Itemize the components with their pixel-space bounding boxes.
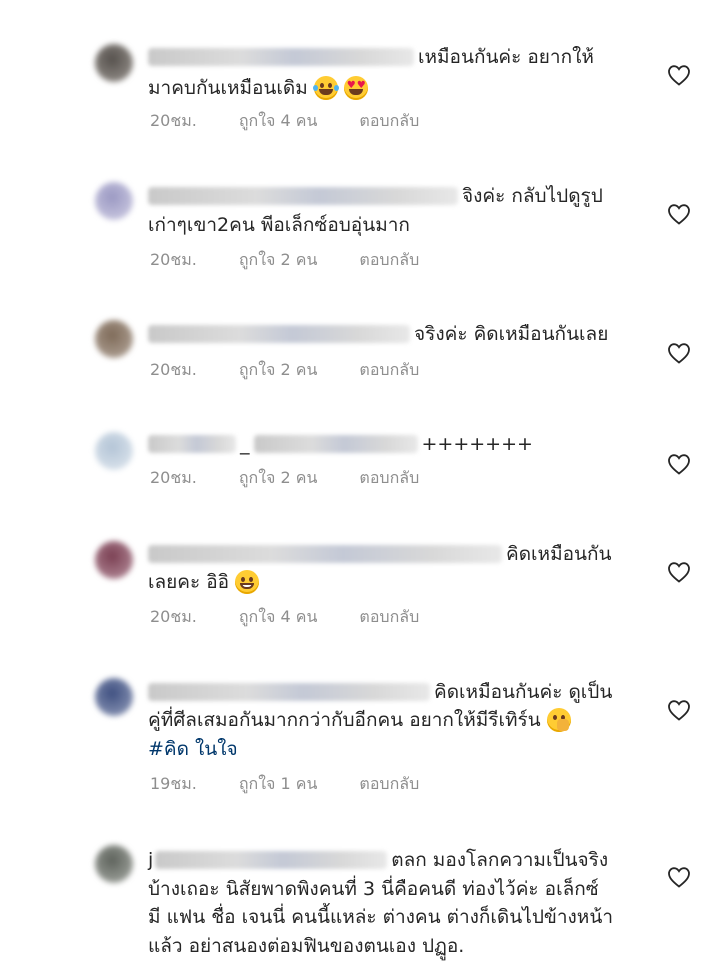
reply-button[interactable]: ตอบกลับ [359, 109, 419, 134]
avatar[interactable] [95, 182, 133, 220]
reply-button[interactable]: ตอบกลับ [359, 772, 419, 797]
like-heart-icon[interactable] [667, 453, 691, 475]
avatar[interactable] [95, 541, 133, 579]
avatar[interactable] [95, 320, 133, 358]
blurred-username[interactable] [148, 545, 502, 563]
comment-time: 19ชม. [150, 773, 197, 793]
comment-text: แล้ว อย่าสนองต่อมฟินของตนเอง ปฏูอ. [148, 935, 465, 957]
like-heart-icon[interactable] [667, 699, 691, 721]
like-heart-icon[interactable] [667, 561, 691, 583]
comment-text: บ้างเถอะ นิสัยพาดพิงคนที่ 3 นี่คือคนดี ท… [148, 878, 599, 900]
comment-text: จริงค่ะ คิดเหมือนกันเลย [414, 323, 609, 345]
comment-time: 20ชม. [150, 467, 197, 487]
comment-time: 20ชม. [150, 249, 197, 269]
reply-button[interactable]: ตอบกลับ [359, 358, 419, 383]
comment-text: คู่ที่ศีลเสมอกันมากกว่ากับอีกคน อยากให้ม… [148, 709, 541, 731]
comment-text: เก่าๆเขา2คน พีอเล็กซ์อบอุ่นมาก [148, 214, 410, 236]
avatar[interactable] [95, 678, 133, 716]
comment-text: มี แฟน ชื่อ เจนนี่ คนนี้แหล่ะ ต่างคน ต่า… [148, 906, 613, 928]
like-heart-icon[interactable] [667, 866, 691, 888]
hashtag-link[interactable]: #คิด ในใจ [148, 734, 238, 764]
avatar[interactable] [95, 44, 133, 82]
comment-text: มาคบกันเหมือนเดิม [148, 77, 308, 99]
comment-text: เหมือนกันค่ะ อยากให้ [418, 46, 594, 68]
reply-button[interactable]: ตอบกลับ [359, 605, 419, 630]
like-heart-icon[interactable] [667, 203, 691, 225]
avatar[interactable] [95, 845, 133, 883]
blurred-username[interactable] [148, 683, 430, 701]
likes-count[interactable]: ถูกใจ 2 คน [239, 248, 318, 273]
grinning-face-icon [235, 570, 260, 594]
comment-time: 20ชม. [150, 110, 197, 130]
face-with-hand-over-mouth-icon [546, 708, 571, 732]
name-fragment: _ [240, 433, 250, 455]
heart-eyes-icon: ♥ ♥ [343, 76, 368, 100]
reply-button[interactable]: ตอบกลับ [359, 248, 419, 273]
blurred-username[interactable] [148, 48, 414, 66]
blurred-username[interactable] [148, 187, 458, 205]
likes-count[interactable]: ถูกใจ 1 คน [239, 772, 318, 797]
like-heart-icon[interactable] [667, 342, 691, 364]
blurred-username[interactable] [148, 435, 236, 453]
comment-time: 20ชม. [150, 606, 197, 626]
like-heart-icon[interactable] [667, 64, 691, 86]
likes-count[interactable]: ถูกใจ 2 คน [239, 358, 318, 383]
comment-text: คิดเหมือนกันค่ะ ดูเป็น [434, 681, 613, 703]
face-with-tears-of-joy-icon [312, 76, 339, 100]
likes-count[interactable]: ถูกใจ 2 คน [239, 466, 318, 491]
likes-count[interactable]: ถูกใจ 4 คน [239, 605, 318, 630]
blurred-username[interactable] [148, 325, 410, 343]
comment-time: 20ชม. [150, 359, 197, 379]
name-fragment: j [148, 849, 154, 871]
comment-text: เลยคะ อิอิ [148, 571, 230, 593]
likes-count[interactable]: ถูกใจ 4 คน [239, 109, 318, 134]
comment-text: จิงค่ะ กลับไปดูรูป [462, 185, 603, 207]
blurred-username[interactable] [253, 435, 418, 453]
comment-text: ตลก มองโลกความเป็นจริง [391, 849, 609, 871]
reply-button[interactable]: ตอบกลับ [359, 466, 419, 491]
comment-text: +++++++ [421, 433, 533, 455]
blurred-username[interactable] [155, 851, 388, 869]
avatar[interactable] [95, 432, 133, 470]
comment-text: คิดเหมือนกัน [506, 543, 612, 565]
